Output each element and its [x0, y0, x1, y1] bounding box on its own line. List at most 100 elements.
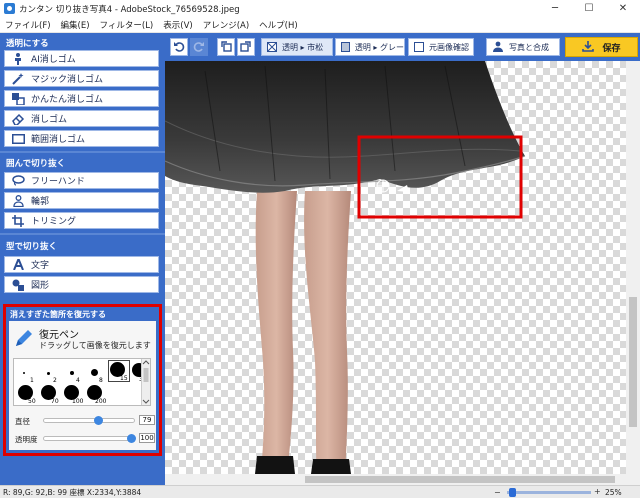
- diameter-slider-knob[interactable]: [93, 416, 103, 425]
- tool-label: 図形: [31, 281, 50, 291]
- redo-icon: [193, 40, 205, 55]
- gray-square-icon: [341, 42, 350, 52]
- original-label: 元画像確認: [429, 42, 469, 52]
- tool-label: 輪郭: [31, 197, 50, 207]
- compose-photo-button[interactable]: 写真と合成: [486, 38, 560, 56]
- tool-label: マジック消しゴム: [31, 75, 104, 85]
- rotate-right-button[interactable]: [237, 38, 255, 56]
- toolbar: 透明 ▸ 市松 透明 ▸ グレー 元画像確認 写真と合成 保存: [165, 33, 640, 61]
- menu-edit[interactable]: 編集(E): [56, 19, 95, 31]
- photo-image: [165, 61, 526, 474]
- brush-label: 1: [30, 377, 34, 384]
- tool-label: トリミング: [31, 217, 77, 227]
- magic-wand-icon: [5, 72, 31, 85]
- undo-icon: [173, 40, 185, 55]
- minimize-button[interactable]: ─: [538, 0, 572, 17]
- section-title-shape: 型で切り抜く: [6, 242, 58, 252]
- person-icon: [5, 52, 31, 65]
- tool-range-eraser[interactable]: 範囲消しゴム: [4, 130, 159, 147]
- brush-dot[interactable]: [23, 372, 25, 374]
- window-title: カンタン 切り抜き写真4 - AdobeStock_76569528.jpeg: [19, 4, 240, 15]
- status-bar: R: 89,G: 92,B: 99 座標 X:2334,Y:3884 − + 2…: [0, 485, 640, 498]
- tool-label: かんたん消しゴム: [31, 95, 104, 105]
- checker-icon: [267, 42, 277, 52]
- menu-bar: ファイル(F) 編集(E) フィルター(L) 表示(V) アレンジ(A) ヘルプ…: [0, 17, 640, 33]
- outline-person-icon: [5, 194, 31, 207]
- close-button[interactable]: ✕: [606, 0, 640, 17]
- maximize-button[interactable]: ☐: [572, 0, 606, 17]
- restore-panel-title: 消えすぎた箇所を復元する: [10, 310, 106, 319]
- opacity-label: 透明度: [15, 435, 38, 444]
- undo-button[interactable]: [170, 38, 188, 56]
- menu-help[interactable]: ヘルプ(H): [254, 19, 303, 31]
- tool-magic-eraser[interactable]: マジック消しゴム: [4, 70, 159, 87]
- brush-label: 4: [76, 377, 80, 384]
- brush-size-picker[interactable]: 1 2 4 8 15 30 50 70 100 200: [13, 358, 151, 406]
- tool-label: フリーハンド: [31, 177, 85, 187]
- bg-checker-label: 透明 ▸ 市松: [282, 42, 324, 52]
- brush-dot[interactable]: [91, 369, 98, 376]
- image-canvas[interactable]: [165, 61, 626, 474]
- tool-ai-eraser[interactable]: AI消しゴム: [4, 50, 159, 67]
- pen-icon: [13, 327, 35, 349]
- divider: [0, 233, 165, 235]
- bg-checker-button[interactable]: 透明 ▸ 市松: [261, 38, 333, 56]
- tool-label: 消しゴム: [31, 115, 68, 125]
- easy-eraser-icon: [5, 92, 31, 105]
- tool-easy-eraser[interactable]: かんたん消しゴム: [4, 90, 159, 107]
- compose-label: 写真と合成: [509, 42, 549, 52]
- rotate-left-button[interactable]: [217, 38, 235, 56]
- tool-label: 範囲消しゴム: [31, 135, 86, 145]
- horizontal-scroll-thumb[interactable]: [305, 476, 615, 483]
- zoom-percent: 25%: [605, 488, 622, 497]
- brush-picker-scrollbar[interactable]: [141, 359, 150, 405]
- section-title-transparent: 透明にする: [6, 39, 49, 49]
- tool-text[interactable]: 文字: [4, 256, 159, 273]
- vertical-scrollbar[interactable]: [626, 61, 640, 474]
- range-eraser-icon: [5, 133, 31, 144]
- text-a-icon: [5, 259, 31, 270]
- redo-button[interactable]: [190, 38, 208, 56]
- zoom-in-icon[interactable]: +: [594, 487, 601, 496]
- status-text: R: 89,G: 92,B: 99 座標 X:2334,Y:3884: [3, 487, 142, 497]
- diameter-label: 直径: [15, 417, 30, 426]
- brush-dot[interactable]: [47, 372, 50, 375]
- tool-label: AI消しゴム: [31, 55, 76, 65]
- tool-shape[interactable]: 図形: [4, 276, 159, 293]
- tool-outline[interactable]: 輪郭: [4, 192, 159, 209]
- menu-view[interactable]: 表示(V): [158, 19, 197, 31]
- original-image-button[interactable]: 元画像確認: [408, 38, 474, 56]
- opacity-slider[interactable]: [43, 434, 136, 443]
- brush-label: 15: [120, 375, 128, 382]
- brush-label: 70: [51, 398, 59, 405]
- diameter-slider[interactable]: [43, 416, 135, 425]
- shapes-icon: [5, 279, 31, 291]
- bg-gray-button[interactable]: 透明 ▸ グレー: [335, 38, 405, 56]
- tool-eraser[interactable]: 消しゴム: [4, 110, 159, 127]
- opacity-slider-knob[interactable]: [127, 434, 136, 443]
- scroll-corner: [626, 474, 640, 485]
- zoom-slider-knob[interactable]: [509, 488, 516, 497]
- section-title-enclose: 囲んで切り抜く: [6, 159, 66, 169]
- vertical-scroll-thumb[interactable]: [629, 297, 637, 427]
- diameter-value[interactable]: 79: [139, 415, 155, 425]
- restore-pen-description: ドラッグして画像を復元します: [39, 341, 151, 350]
- brush-label: 8: [99, 377, 103, 384]
- rotate-left-icon: [220, 40, 232, 55]
- save-label: 保存: [602, 43, 621, 54]
- tool-trimming[interactable]: トリミング: [4, 212, 159, 229]
- menu-file[interactable]: ファイル(F): [0, 19, 56, 31]
- eraser-icon: [5, 113, 31, 125]
- zoom-slider[interactable]: [507, 491, 591, 494]
- horizontal-scrollbar[interactable]: [165, 474, 626, 485]
- opacity-value[interactable]: 100: [139, 433, 155, 443]
- brush-label: 2: [53, 377, 57, 384]
- restore-panel: 消えすぎた箇所を復元する 復元ペン ドラッグして画像を復元します 1 2 4 8…: [3, 304, 162, 456]
- save-button[interactable]: 保存: [565, 37, 638, 57]
- zoom-out-icon[interactable]: −: [494, 488, 501, 497]
- tool-freehand[interactable]: フリーハンド: [4, 172, 159, 189]
- menu-arrange[interactable]: アレンジ(A): [198, 19, 254, 31]
- brush-dot[interactable]: [70, 371, 74, 375]
- menu-filter[interactable]: フィルター(L): [95, 19, 159, 31]
- crop-icon: [5, 214, 31, 227]
